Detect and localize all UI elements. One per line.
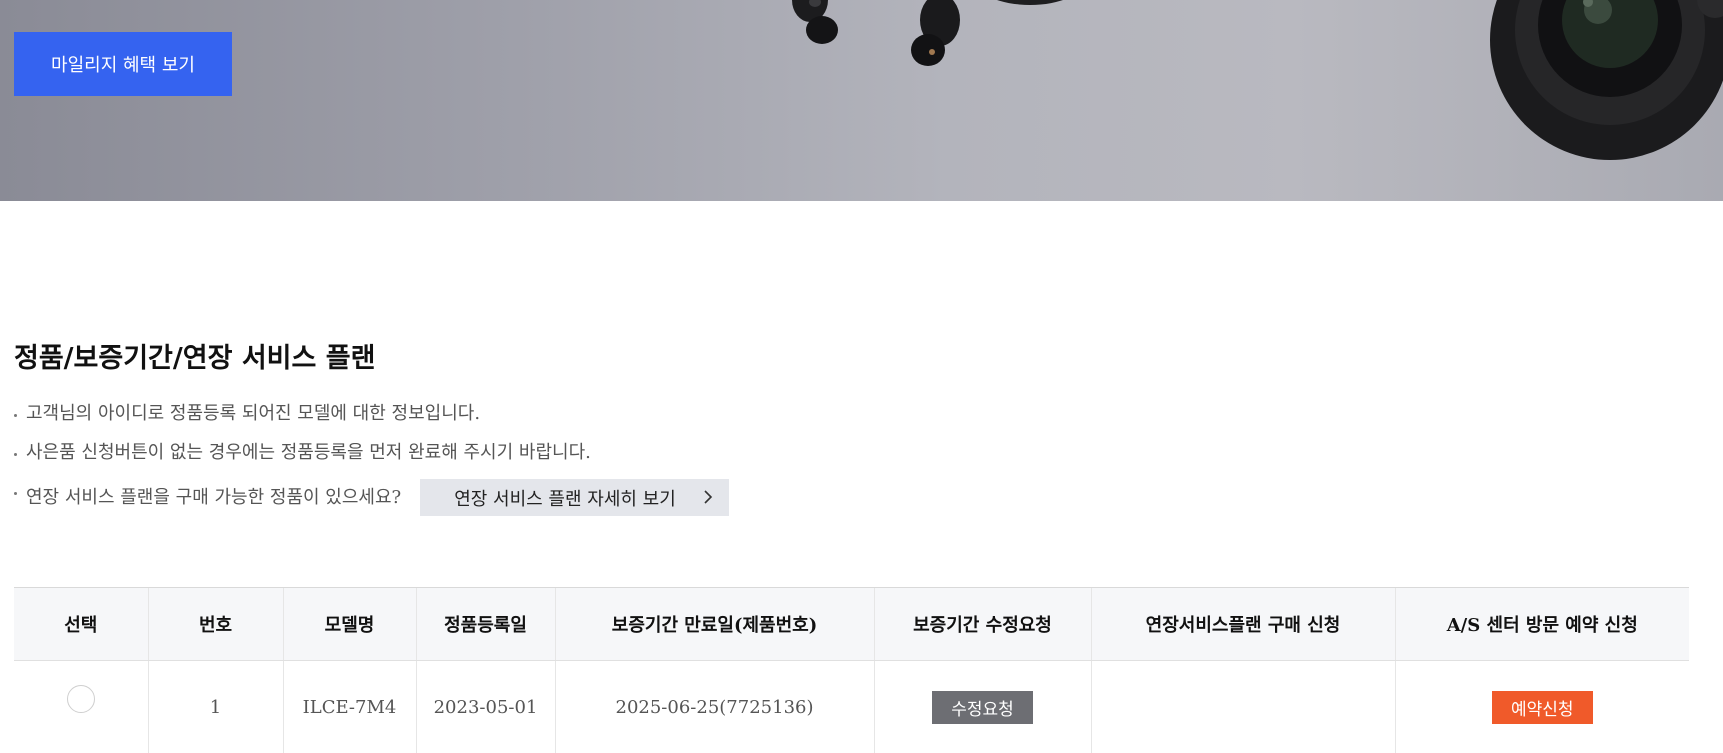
cell-number: 1 (148, 661, 283, 753)
cell-select (14, 661, 148, 753)
reservation-request-button[interactable]: 예약신청 (1492, 691, 1593, 724)
header-extension-plan: 연장서비스플랜 구매 신청 (1091, 588, 1395, 661)
note-text: 연장 서비스 플랜을 구매 가능한 정품이 있으세요? (26, 484, 401, 512)
header-model: 모델명 (283, 588, 416, 661)
cell-registered-date: 2023-05-01 (416, 661, 555, 753)
header-warranty-expiry: 보증기간 만료일(제품번호) (555, 588, 874, 661)
header-as-reservation: A/S 센터 방문 예약 신청 (1395, 588, 1689, 661)
table-header-row: 선택 번호 모델명 정품등록일 보증기간 만료일(제품번호) 보증기간 수정요청… (14, 588, 1689, 661)
mileage-benefit-button[interactable]: 마일리지 혜택 보기 (14, 32, 232, 96)
radio-icon[interactable] (67, 685, 95, 713)
cell-model: ILCE-7M4 (283, 661, 416, 753)
table-row: 1 ILCE-7M4 2023-05-01 2025-06-25(7725136… (14, 661, 1689, 753)
cell-reserve: 예약신청 (1395, 661, 1689, 753)
header-select: 선택 (14, 588, 148, 661)
product-table: 선택 번호 모델명 정품등록일 보증기간 만료일(제품번호) 보증기간 수정요청… (14, 587, 1689, 753)
earbuds-product-image (760, 0, 1100, 90)
cell-warranty-expiry: 2025-06-25(7725136) (555, 661, 874, 753)
note-item: 사은품 신청버튼이 없는 경우에는 정품등록을 먼저 완료해 주시기 바랍니다. (14, 439, 729, 478)
note-item: 고객님의 아이디로 정품등록 되어진 모델에 대한 정보입니다. (14, 400, 729, 439)
hero-banner: 마일리지 혜택 보기 (0, 0, 1723, 201)
header-number: 번호 (148, 588, 283, 661)
cell-modify: 수정요청 (874, 661, 1091, 753)
header-registered-date: 정품등록일 (416, 588, 555, 661)
camera-lens-image (1460, 0, 1723, 160)
extension-plan-details-button[interactable]: 연장 서비스 플랜 자세히 보기 (420, 479, 729, 516)
plan-button-label: 연장 서비스 플랜 자세히 보기 (454, 489, 676, 510)
header-warranty-modify: 보증기간 수정요청 (874, 588, 1091, 661)
page-title: 정품/보증기간/연장 서비스 플랜 (14, 336, 375, 375)
info-notes: 고객님의 아이디로 정품등록 되어진 모델에 대한 정보입니다. 사은품 신청버… (14, 400, 729, 517)
chevron-right-icon (701, 489, 715, 505)
cell-extension (1091, 661, 1395, 753)
note-item-plan: 연장 서비스 플랜을 구매 가능한 정품이 있으세요? 연장 서비스 플랜 자세… (14, 478, 729, 517)
modify-request-button[interactable]: 수정요청 (932, 691, 1033, 724)
